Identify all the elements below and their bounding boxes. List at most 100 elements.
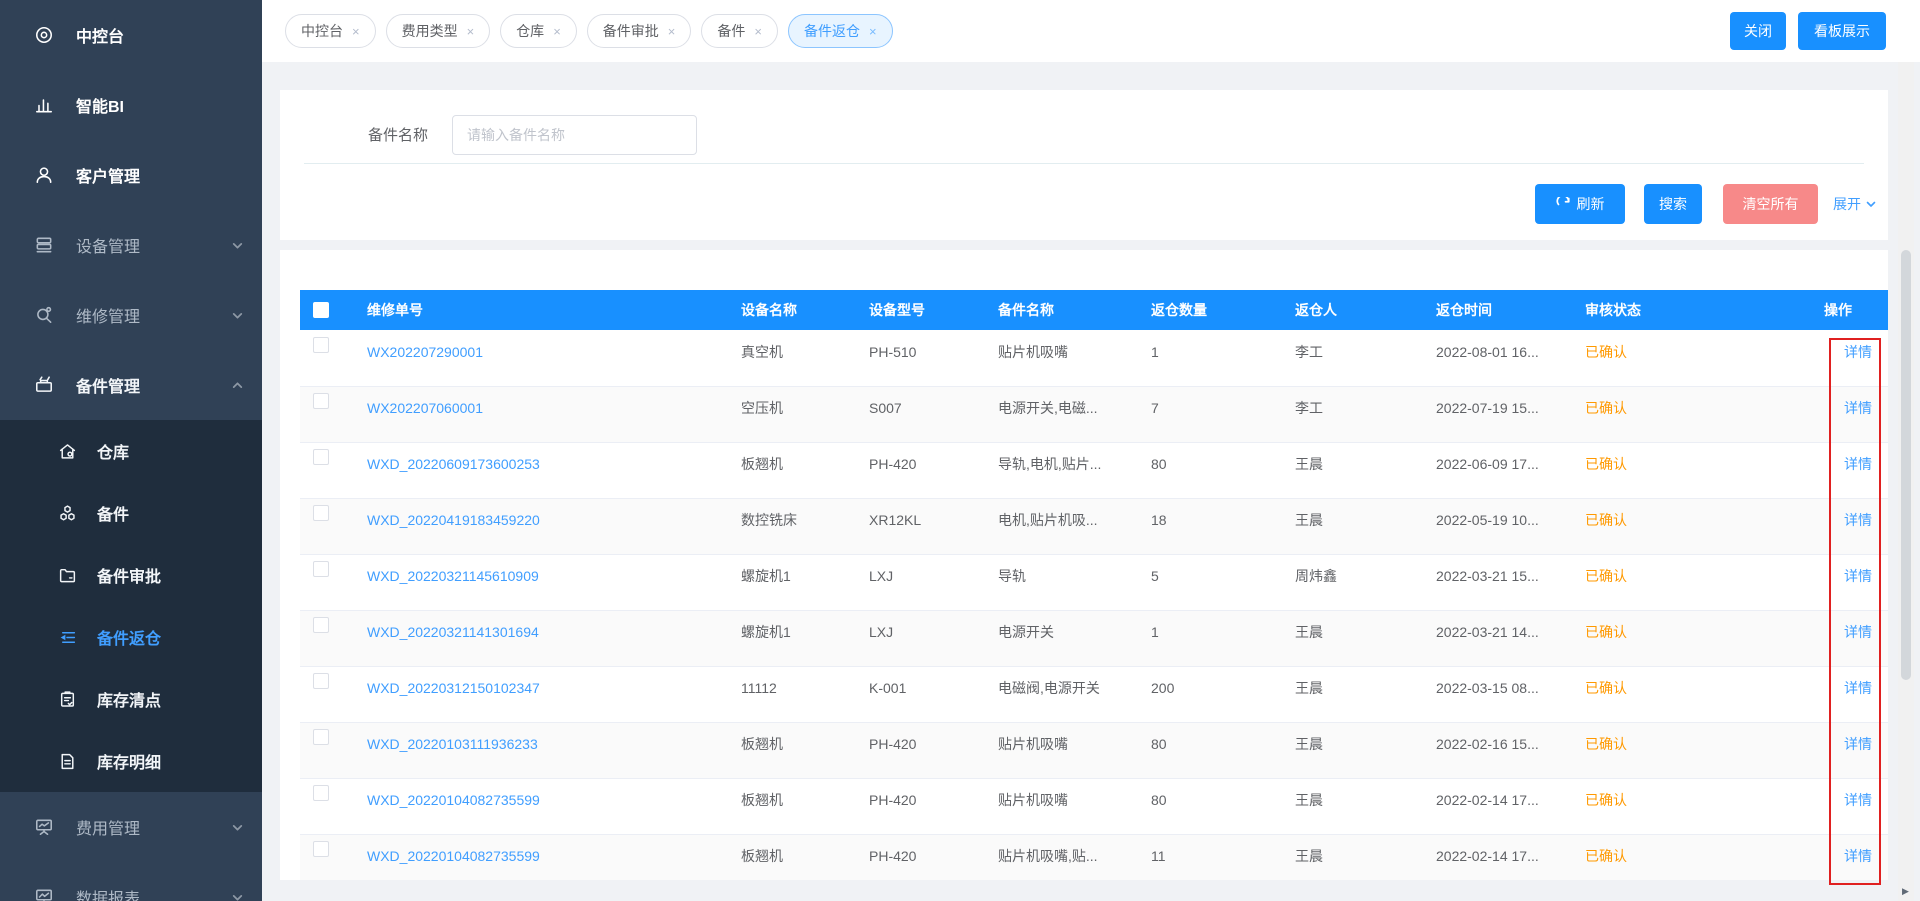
detail-link[interactable]: 详情 — [1844, 624, 1872, 640]
cell-device-model: PH-420 — [857, 722, 986, 778]
order-no-link[interactable]: WXD_20220104082735599 — [367, 848, 540, 864]
order-no-link[interactable]: WXD_20220609173600253 — [367, 456, 540, 472]
expand-label: 展开 — [1833, 194, 1861, 214]
order-no-link[interactable]: WXD_20220419183459220 — [367, 512, 540, 528]
order-no-link[interactable]: WX202207060001 — [367, 400, 483, 416]
cell-action: 详情 — [1812, 554, 1888, 610]
tab-close-icon[interactable]: × — [754, 25, 762, 38]
tab-expense-type[interactable]: 费用类型× — [386, 14, 491, 48]
sidebar-item-smart-bi[interactable]: 智能BI — [0, 70, 262, 140]
sidebar-sub-warehouse[interactable]: 仓库 — [0, 420, 262, 482]
table-row: WXD_20220104082735599板翘机PH-420贴片机吸嘴80王晨2… — [300, 778, 1888, 834]
board-display-button[interactable]: 看板展示 — [1798, 12, 1886, 50]
status-badge: 已确认 — [1585, 680, 1627, 696]
clear-all-button[interactable]: 清空所有 — [1723, 184, 1818, 224]
cell-action: 详情 — [1812, 386, 1888, 442]
h-scroll-right-arrow-icon[interactable]: ▶ — [1902, 887, 1909, 896]
detail-link[interactable]: 详情 — [1844, 344, 1872, 360]
close-button[interactable]: 关闭 — [1730, 12, 1786, 50]
sidebar-item-device-mgmt[interactable]: 设备管理 — [0, 210, 262, 280]
table-row: WXD_20220321145610909螺旋机1LXJ导轨5周炜鑫2022-0… — [300, 554, 1888, 610]
cell-device-name: 板翘机 — [729, 778, 857, 834]
cell-return-person: 王晨 — [1283, 834, 1424, 880]
sidebar-item-repair-mgmt[interactable]: 维修管理 — [0, 280, 262, 350]
tab-console[interactable]: 中控台× — [285, 14, 376, 48]
detail-link[interactable]: 详情 — [1844, 512, 1872, 528]
cell-audit-status: 已确认 — [1573, 554, 1812, 610]
detail-link[interactable]: 详情 — [1844, 568, 1872, 584]
detail-link[interactable]: 详情 — [1844, 736, 1872, 752]
sidebar-item-label: 智能BI — [76, 93, 124, 117]
cell-device-name: 螺旋机1 — [729, 554, 857, 610]
tab-parts-return[interactable]: 备件返仓 × — [788, 14, 893, 48]
cell-part-name: 导轨 — [986, 554, 1139, 610]
row-checkbox[interactable] — [313, 617, 329, 633]
row-checkbox[interactable] — [313, 337, 329, 353]
cell-action: 详情 — [1812, 778, 1888, 834]
tab-label: 备件返仓 — [804, 21, 860, 41]
select-all-checkbox[interactable] — [313, 302, 329, 318]
vertical-scrollbar[interactable] — [1898, 62, 1914, 901]
tab-close-icon[interactable]: × — [467, 25, 475, 38]
customer-icon — [34, 165, 54, 185]
sidebar-sub-parts-approval[interactable]: 备件审批 — [0, 544, 262, 606]
sidebar-sub-parts-return[interactable]: 备件返仓 — [0, 606, 262, 668]
parts-mgmt-submenu: 仓库 备件 备件审批 备件返仓 库存清点 — [0, 420, 262, 792]
refresh-button[interactable]: 刷新 — [1535, 184, 1625, 224]
sidebar-item-expense-mgmt[interactable]: 费用管理 — [0, 792, 262, 862]
detail-link[interactable]: 详情 — [1844, 680, 1872, 696]
tab-warehouse[interactable]: 仓库× — [500, 14, 577, 48]
cell-return-person: 李工 — [1283, 386, 1424, 442]
detail-link[interactable]: 详情 — [1844, 792, 1872, 808]
cell-part-name: 贴片机吸嘴 — [986, 778, 1139, 834]
row-checkbox[interactable] — [313, 841, 329, 857]
order-no-link[interactable]: WX202207290001 — [367, 344, 483, 360]
row-checkbox[interactable] — [313, 449, 329, 465]
row-checkbox[interactable] — [313, 393, 329, 409]
order-no-link[interactable]: WXD_20220321141301694 — [367, 624, 539, 640]
order-no-link[interactable]: WXD_20220312150102347 — [367, 680, 540, 696]
vertical-scrollbar-thumb[interactable] — [1901, 250, 1911, 680]
sidebar-item-customer-mgmt[interactable]: 客户管理 — [0, 140, 262, 210]
status-badge: 已确认 — [1585, 792, 1627, 808]
cell-return-time: 2022-02-16 15... — [1424, 722, 1573, 778]
warehouse-icon — [58, 442, 77, 461]
cell-checkbox — [300, 442, 355, 498]
cell-audit-status: 已确认 — [1573, 498, 1812, 554]
search-button[interactable]: 搜索 — [1644, 184, 1702, 224]
cell-device-name: 真空机 — [729, 330, 857, 386]
detail-link[interactable]: 详情 — [1844, 848, 1872, 864]
sidebar-item-label: 中控台 — [76, 23, 124, 47]
sidebar-item-parts-mgmt[interactable]: 备件管理 — [0, 350, 262, 420]
order-no-link[interactable]: WXD_20220104082735599 — [367, 792, 540, 808]
sidebar-item-data-report[interactable]: 数据报表 — [0, 862, 262, 901]
sidebar-item-label: 维修管理 — [76, 303, 140, 327]
row-checkbox[interactable] — [313, 673, 329, 689]
detail-link[interactable]: 详情 — [1844, 400, 1872, 416]
sidebar-sub-stocktake[interactable]: 库存清点 — [0, 668, 262, 730]
tab-close-icon[interactable]: × — [869, 25, 877, 38]
tab-parts-approval[interactable]: 备件审批× — [587, 14, 692, 48]
tab-close-icon[interactable]: × — [668, 25, 676, 38]
expand-toggle[interactable]: 展开 — [1833, 194, 1877, 214]
tab-close-icon[interactable]: × — [553, 25, 561, 38]
cell-device-model: PH-420 — [857, 834, 986, 880]
order-no-link[interactable]: WXD_20220321145610909 — [367, 568, 539, 584]
part-name-input[interactable] — [452, 115, 697, 155]
cell-device-model: K-001 — [857, 666, 986, 722]
cell-action: 详情 — [1812, 498, 1888, 554]
order-no-link[interactable]: WXD_20220103111936233 — [367, 736, 538, 752]
row-checkbox[interactable] — [313, 785, 329, 801]
tab-parts[interactable]: 备件× — [701, 14, 778, 48]
sidebar-sub-stock-detail[interactable]: 库存明细 — [0, 730, 262, 792]
sidebar-sub-parts[interactable]: 备件 — [0, 482, 262, 544]
detail-link[interactable]: 详情 — [1844, 456, 1872, 472]
cell-part-name: 电磁阀,电源开关 — [986, 666, 1139, 722]
row-checkbox[interactable] — [313, 561, 329, 577]
table-row: WXD_20220419183459220数控铣床XR12KL电机,贴片机吸..… — [300, 498, 1888, 554]
row-checkbox[interactable] — [313, 729, 329, 745]
sidebar-item-console[interactable]: 中控台 — [0, 0, 262, 70]
column-header-return-qty: 返仓数量 — [1139, 290, 1283, 330]
row-checkbox[interactable] — [313, 505, 329, 521]
tab-close-icon[interactable]: × — [352, 25, 360, 38]
